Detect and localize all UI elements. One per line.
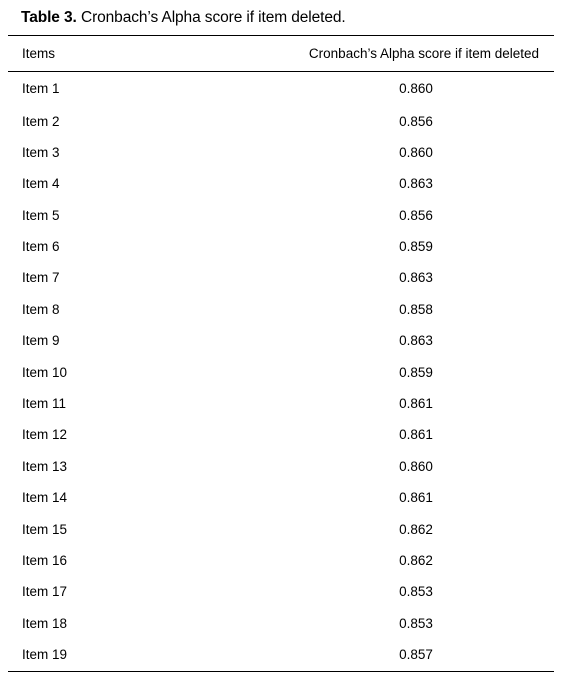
table-cell-item: Item 12 [22, 427, 68, 443]
table-cell-score: 0.861 [399, 396, 433, 412]
table-cell-score: 0.860 [399, 458, 433, 474]
table-cell-item: Item 1 [22, 81, 60, 97]
table-row: Item 8 0.858 [8, 294, 554, 325]
table-header: Items Cronbach’s Alpha score if item del… [8, 34, 554, 73]
table-cell-item: Item 6 [22, 239, 60, 255]
table-caption-text: Cronbach’s Alpha score if item deleted. [76, 9, 346, 26]
table-cell-score: 0.863 [399, 333, 433, 349]
table-row: Item 14 0.861 [8, 482, 554, 513]
table-cell-item: Item 14 [22, 490, 68, 506]
table-cell-item: Item 19 [22, 647, 68, 663]
table-cell-score: 0.853 [399, 615, 433, 631]
table-cell-score: 0.863 [399, 176, 433, 192]
column-header-items: Items [8, 34, 294, 72]
table-cell-score: 0.862 [399, 552, 433, 568]
table-rule-bottom [8, 670, 554, 672]
table-cell-item: Item 18 [22, 615, 68, 631]
table-row: Item 13 0.860 [8, 451, 554, 482]
table-row: Item 4 0.863 [8, 168, 554, 199]
table-cell-score: 0.858 [399, 301, 433, 317]
table-cell-score: 0.857 [399, 647, 433, 663]
table-cell-item: Item 9 [22, 333, 60, 349]
table-row: Item 18 0.853 [8, 608, 554, 639]
table-cell-item: Item 13 [22, 458, 68, 474]
table-row: Item 16 0.862 [8, 545, 554, 576]
table-cell-score: 0.853 [399, 584, 433, 600]
table-row: Item 10 0.859 [8, 356, 554, 387]
table-cell-score: 0.859 [399, 364, 433, 380]
table-row: Item 11 0.861 [8, 388, 554, 419]
table-row: Item 12 0.861 [8, 419, 554, 450]
table-cell-item: Item 4 [22, 176, 60, 192]
table-cell-score: 0.861 [399, 490, 433, 506]
table-row: Item 3 0.860 [8, 137, 554, 168]
table-caption: Table 3. Cronbach’s Alpha score if item … [8, 0, 554, 35]
table-caption-label: Table 3. [21, 9, 77, 26]
cronbach-alpha-table: Items Cronbach’s Alpha score if item del… [8, 34, 554, 671]
table-row: Item 1 0.860 [8, 72, 554, 106]
table-cell-item: Item 5 [22, 207, 60, 223]
table-cell-score: 0.859 [399, 239, 433, 255]
table-cell-score: 0.856 [399, 113, 433, 129]
table-cell-item: Item 16 [22, 552, 68, 568]
table-cell-score: 0.863 [399, 270, 433, 286]
table-cell-score: 0.860 [399, 144, 433, 160]
table-cell-item: Item 15 [22, 521, 68, 537]
table-cell-item: Item 11 [22, 396, 67, 412]
table-row: Item 6 0.859 [8, 231, 554, 262]
table-row: Item 5 0.856 [8, 199, 554, 230]
table-row: Item 19 0.857 [8, 639, 554, 671]
table-cell-item: Item 3 [22, 144, 60, 160]
table-cell-item: Item 17 [22, 584, 68, 600]
table-cell-item: Item 10 [22, 364, 68, 380]
table-cell-score: 0.856 [399, 207, 433, 223]
table-row: Item 9 0.863 [8, 325, 554, 356]
table-rule-top-row: Items Cronbach’s Alpha score if item del… [8, 34, 554, 72]
table-row: Item 17 0.853 [8, 576, 554, 607]
table-cell-score: 0.860 [399, 81, 433, 97]
table-row: Item 7 0.863 [8, 262, 554, 293]
table-row: Item 15 0.862 [8, 513, 554, 544]
column-header-score: Cronbach’s Alpha score if item deleted [294, 34, 554, 72]
table-cell-score: 0.861 [399, 427, 433, 443]
table-cell-item: Item 2 [22, 113, 60, 129]
table-cell-score: 0.862 [399, 521, 433, 537]
table-row: Item 2 0.856 [8, 105, 554, 136]
table-body: Item 1 0.860 Item 2 0.856 Item 3 0.860 Item 4 0… [8, 72, 554, 671]
table-cell-item: Item 7 [22, 270, 60, 286]
table-cell-item: Item 8 [22, 301, 60, 317]
table-figure: Table 3. Cronbach’s Alpha score if item … [0, 0, 562, 687]
